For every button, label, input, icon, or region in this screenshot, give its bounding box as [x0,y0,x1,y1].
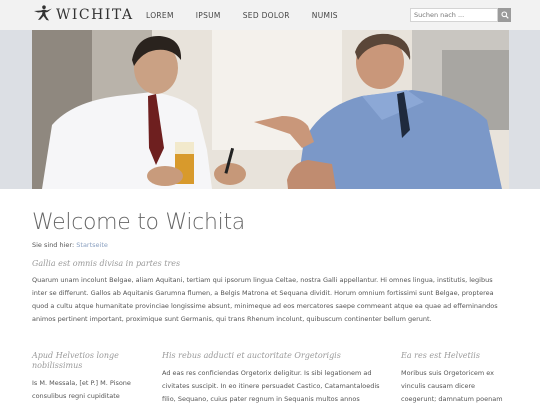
hero-banner [0,30,540,189]
search-box [410,8,511,22]
site-logo[interactable]: WICHITA [33,5,134,25]
page-title: Welcome to Wichita [32,210,245,235]
section-subtitle: Gallia est omnis divisa in partes tres [32,259,181,268]
teaser-column: Apud Helvetios longe nobilissimus Is M. … [32,351,142,405]
main-nav: LOREM IPSUM SED DOLOR NUMIS [136,0,350,30]
nav-item-sed-dolor[interactable]: SED DOLOR [243,11,290,20]
nav-item-ipsum[interactable]: IPSUM [196,11,221,20]
teaser-columns: Apud Helvetios longe nobilissimus Is M. … [32,351,509,405]
breadcrumb-link-home[interactable]: Startseite [76,241,108,249]
breadcrumb-prefix: Sie sind hier: [32,241,75,249]
hero-image [32,30,509,189]
teaser-heading: Apud Helvetios longe nobilissimus [32,351,119,370]
teaser-text: Is M. Messala, [et P.] M. Pisone consuli… [32,379,131,400]
main-content: Welcome to Wichita Sie sind hier: Starts… [32,210,509,326]
teaser-text: Moribus suis Orgetoricem ex vinculis cau… [401,369,503,403]
teaser-column: His rebus adducti et auctoritate Orgetor… [162,351,382,405]
teaser-column: Ea res est Helvetiis Moribus suis Orgeto… [401,351,509,405]
breadcrumb: Sie sind hier: Startseite [32,241,509,249]
dancer-icon [33,5,53,25]
teaser-heading: Ea res est Helvetiis [401,351,480,360]
intro-paragraph: Quarum unam incolunt Belgae, aliam Aquit… [32,276,498,323]
logo-text: WICHITA [56,7,134,23]
teaser-text: Ad eas res conficiendas Orgetorix deligi… [162,369,380,403]
teaser-heading: His rebus adducti et auctoritate Orgetor… [162,351,341,360]
search-button[interactable] [498,8,511,22]
search-icon [500,11,509,19]
nav-item-lorem[interactable]: LOREM [146,11,174,20]
site-header: WICHITA LOREM IPSUM SED DOLOR NUMIS [0,0,540,30]
search-input[interactable] [410,8,498,22]
nav-item-numis[interactable]: NUMIS [312,11,338,20]
